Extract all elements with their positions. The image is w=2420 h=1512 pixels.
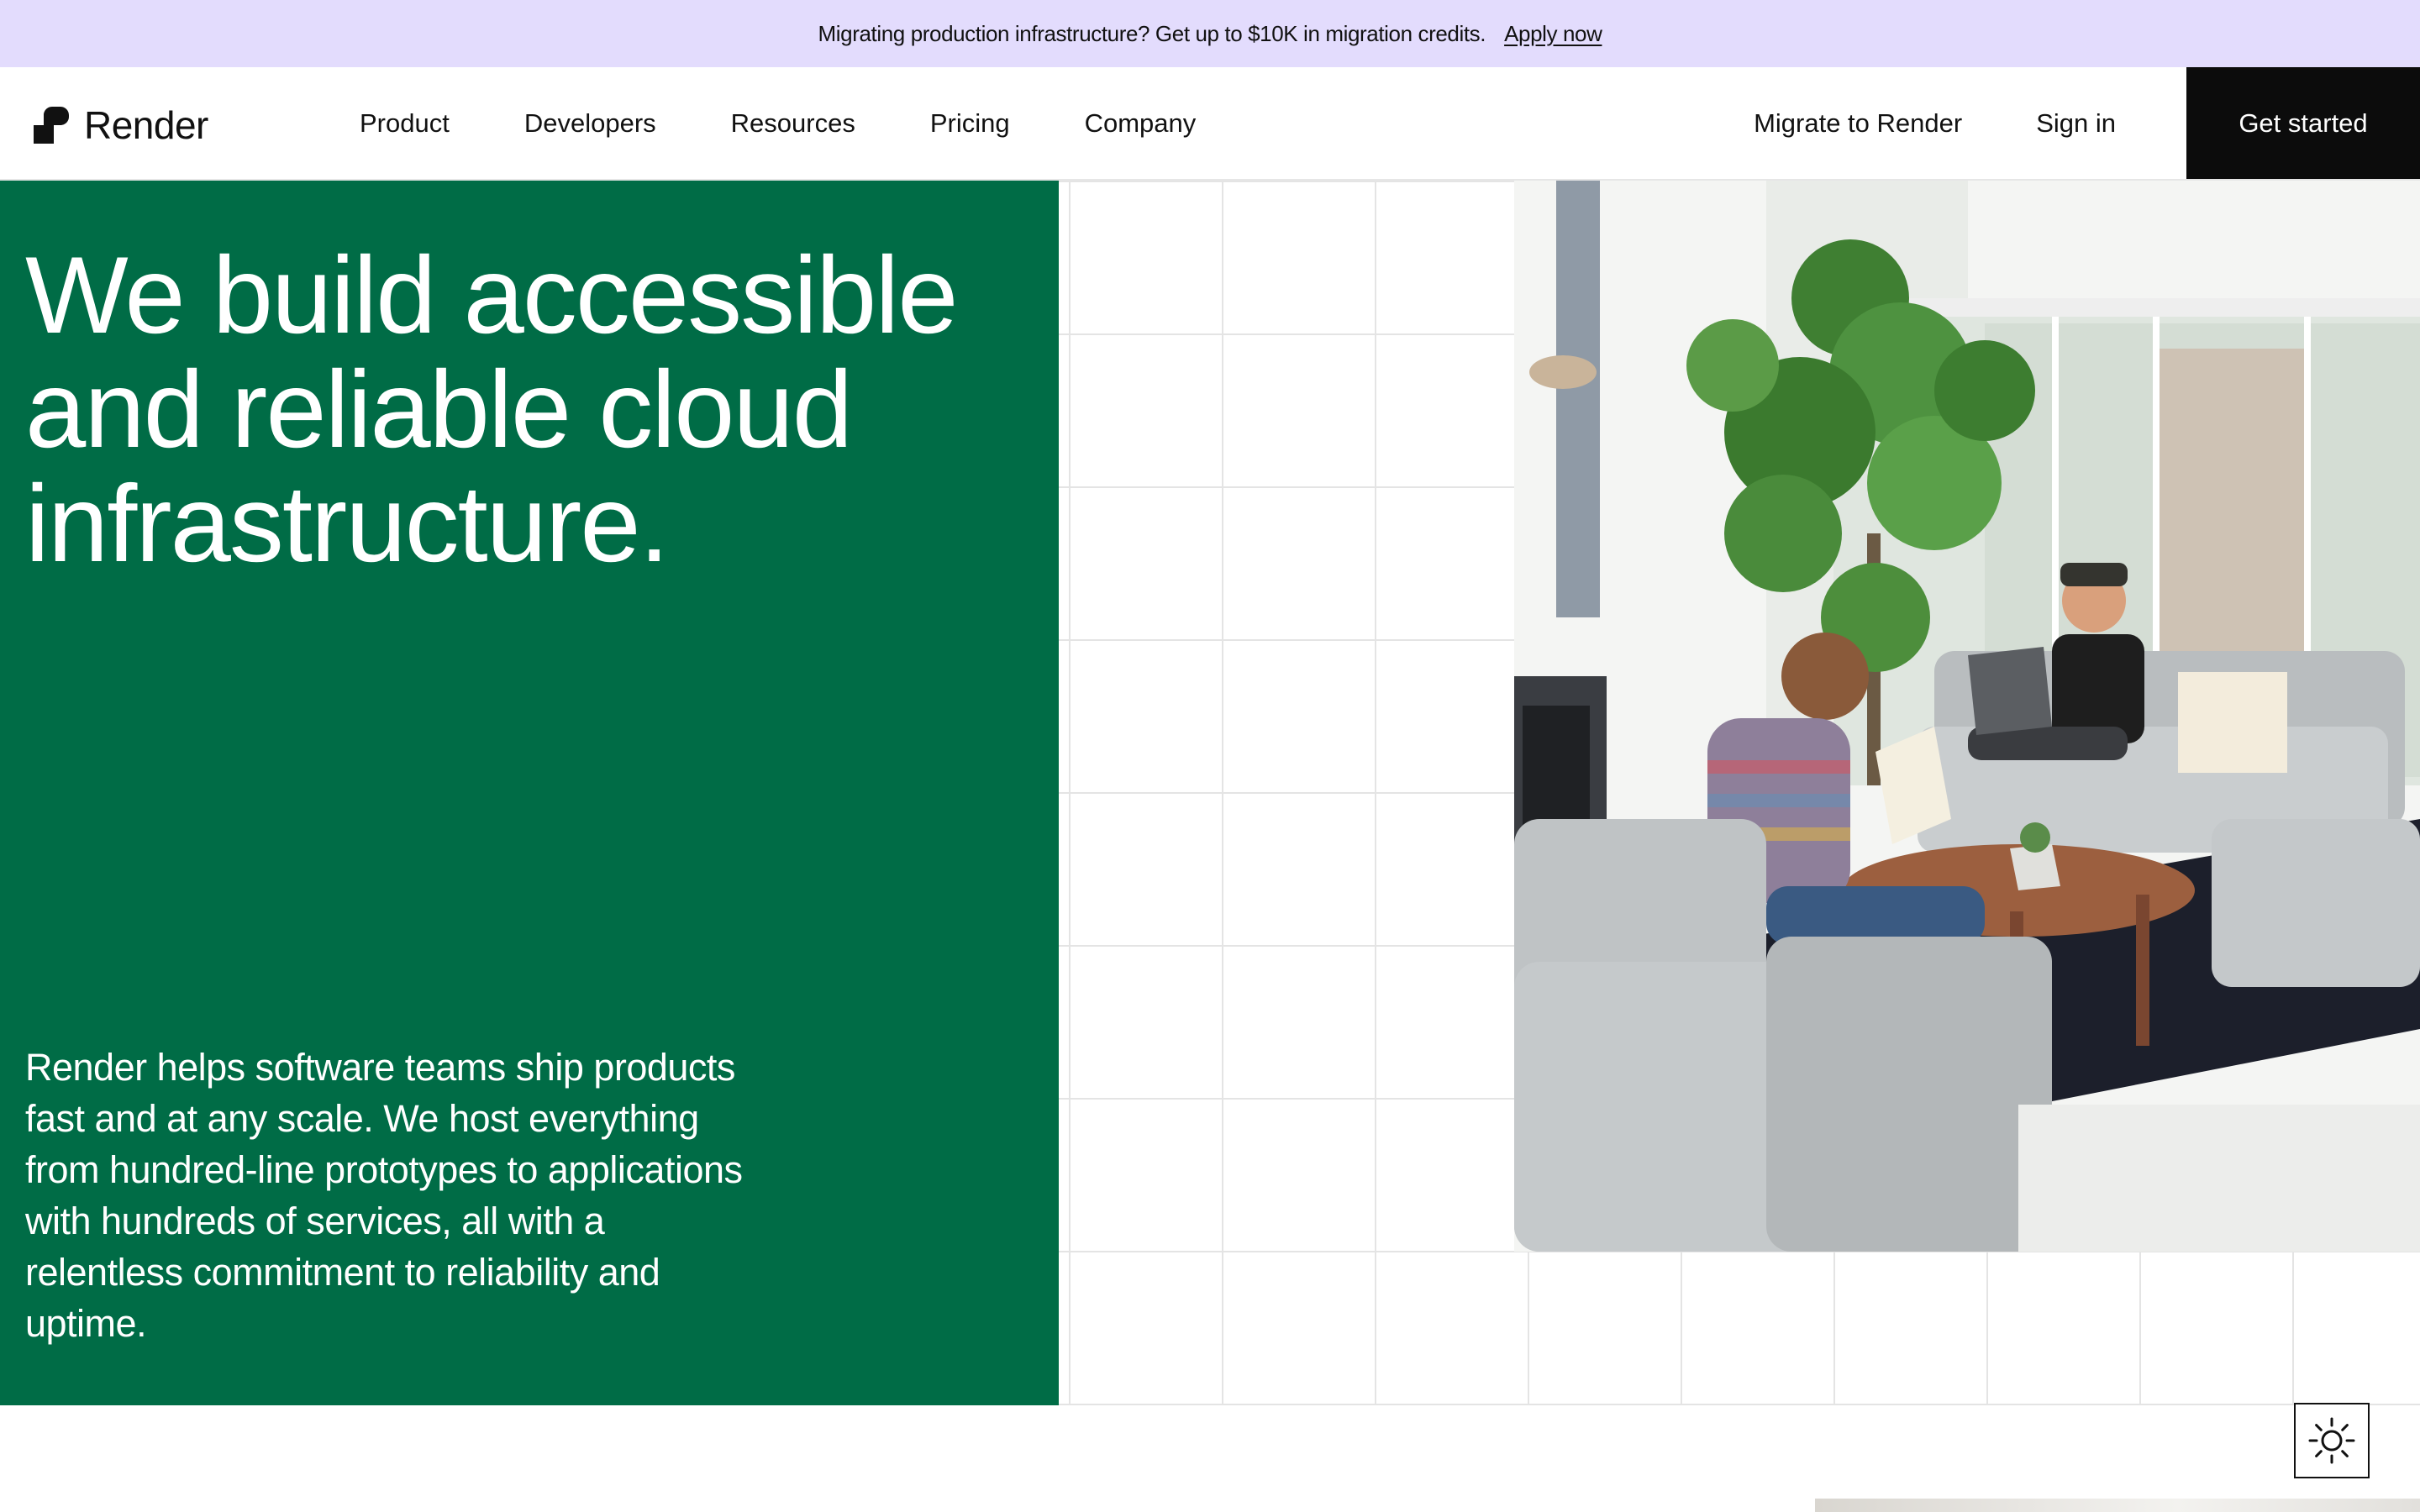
- nav-links: Product Developers Resources Pricing Com…: [360, 67, 1270, 179]
- next-section-image: [1815, 1499, 2420, 1512]
- main-nav: Render Product Developers Resources Pric…: [0, 67, 2420, 181]
- sign-in-link[interactable]: Sign in: [2036, 108, 2116, 139]
- banner-text: Migrating production infrastructure? Get…: [818, 20, 1486, 46]
- office-lounge-photo-icon: [1514, 181, 2420, 1252]
- theme-toggle-button[interactable]: [2294, 1403, 2370, 1478]
- logo[interactable]: Render: [34, 103, 208, 147]
- hero-panel: We build accessible and reliable cloud i…: [0, 181, 1059, 1405]
- nav-actions: Migrate to Render Sign in Get started: [1754, 67, 2420, 179]
- nav-link-resources[interactable]: Resources: [731, 108, 855, 139]
- nav-link-product[interactable]: Product: [360, 108, 450, 139]
- hero-photo: [1514, 181, 2420, 1252]
- sun-icon: [2308, 1417, 2355, 1464]
- apply-now-link[interactable]: Apply now: [1504, 21, 1602, 47]
- nav-link-developers[interactable]: Developers: [524, 108, 656, 139]
- nav-link-pricing[interactable]: Pricing: [930, 108, 1010, 139]
- announcement-banner: Migrating production infrastructure? Get…: [0, 0, 2420, 67]
- hero-headline: We build accessible and reliable cloud i…: [25, 234, 959, 585]
- get-started-button[interactable]: Get started: [2186, 67, 2420, 179]
- migrate-link[interactable]: Migrate to Render: [1754, 108, 1962, 139]
- logo-text: Render: [84, 103, 208, 147]
- nav-link-company[interactable]: Company: [1085, 108, 1197, 139]
- render-logo-icon: [34, 107, 69, 144]
- hero-description: Render helps software teams ship product…: [25, 1046, 743, 1345]
